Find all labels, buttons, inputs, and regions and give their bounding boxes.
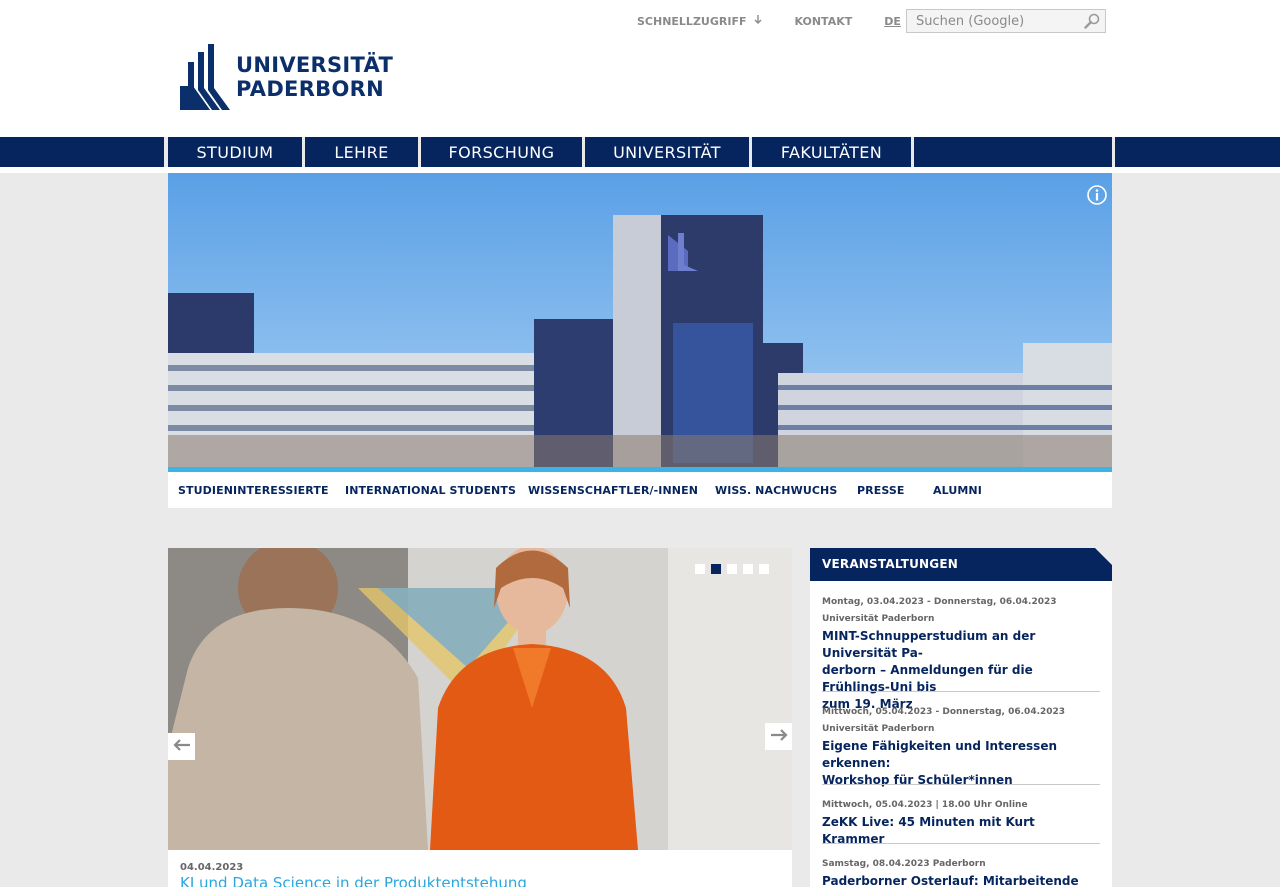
event-item: Montag, 03.04.2023 - Donnerstag, 06.04.2… (822, 594, 1100, 713)
slide-caption: 04.04.2023 KI und Data Science in der Pr… (168, 850, 792, 887)
event-title-line: Eigene Fähigkeiten und Interessen erkenn… (822, 739, 1058, 770)
quick-access-link[interactable]: SCHNELLZUGRIFF (637, 14, 762, 28)
main-nav: STUDIUM LEHRE FORSCHUNG UNIVERSITÄT FAKU… (0, 137, 1280, 167)
event-divider (822, 691, 1100, 692)
event-place: Universität Paderborn (822, 614, 935, 624)
slider-prev-button[interactable] (168, 733, 195, 760)
event-divider (822, 784, 1100, 785)
quick-access-label: SCHNELLZUGRIFF (637, 14, 747, 28)
utility-nav: SCHNELLZUGRIFF KONTAKT DE | EN (637, 9, 929, 33)
subnav-wiss-nachwuchs[interactable]: WISS. NACHWUCHS (715, 472, 837, 510)
slider-next-button[interactable] (765, 723, 792, 750)
event-title-link[interactable]: MINT-Schnupperstudium an der Universität… (822, 628, 1100, 713)
events-heading: VERANSTALTUNGEN (810, 548, 1112, 581)
lang-de-link[interactable]: DE (884, 15, 901, 28)
events-header-corner (1095, 548, 1112, 565)
arrow-down-icon (754, 14, 762, 28)
event-date: Montag, 03.04.2023 - Donnerstag, 06.04.2… (822, 597, 1057, 607)
events-panel: VERANSTALTUNGEN Montag, 03.04.2023 - Don… (810, 548, 1112, 887)
event-item: Samstag, 08.04.2023 Paderborn Paderborne… (822, 856, 1100, 887)
event-date: Mittwoch, 05.04.2023 | 18.00 Uhr Online (822, 800, 1028, 810)
event-title-link[interactable]: Eigene Fähigkeiten und Interessen erkenn… (822, 738, 1100, 789)
subnav-wissenschaftler[interactable]: WISSENSCHAFTLER/-INNEN (528, 472, 698, 510)
nav-filler-right (1115, 137, 1280, 167)
university-logo[interactable]: UNIVERSITÄT PADERBORN (180, 44, 393, 110)
search-input[interactable] (907, 10, 1077, 33)
search-box (906, 9, 1106, 33)
search-icon[interactable] (1084, 13, 1100, 29)
slide-date: 04.04.2023 (180, 862, 244, 873)
slide-title-link[interactable]: KI und Data Science in der Produktentste… (180, 874, 527, 887)
nav-filler-empty (914, 137, 1112, 167)
nav-item-lehre[interactable]: LEHRE (305, 137, 418, 167)
subnav-studieninteressierte[interactable]: STUDIENINTERESSIERTE (178, 472, 329, 510)
arrow-right-icon (770, 727, 788, 746)
event-divider (822, 843, 1100, 844)
event-place: Universität Paderborn (822, 724, 935, 734)
nav-filler-left (0, 137, 164, 167)
nav-item-universitaet[interactable]: UNIVERSITÄT (585, 137, 749, 167)
event-title-link[interactable]: Paderborner Osterlauf: Mitarbeitende der… (822, 873, 1100, 887)
site-header: SCHNELLZUGRIFF KONTAKT DE | EN UNIVERSIT… (0, 0, 1280, 137)
event-title-line: Workshop für Schüler*innen (822, 773, 1013, 787)
audience-nav: STUDIENINTERESSIERTE INTERNATIONAL STUDE… (168, 472, 1112, 508)
subnav-international-students[interactable]: INTERNATIONAL STUDENTS (345, 472, 516, 510)
news-slider-image[interactable] (168, 548, 792, 850)
slider-dot[interactable] (743, 564, 753, 574)
slider-dot[interactable] (759, 564, 769, 574)
slider-dot-active[interactable] (711, 564, 721, 574)
slide-photo-illustration (168, 548, 792, 850)
logo-wordmark: UNIVERSITÄT PADERBORN (236, 53, 393, 101)
nav-item-forschung[interactable]: FORSCHUNG (421, 137, 582, 167)
info-icon[interactable] (1087, 185, 1107, 205)
event-date: Mittwoch, 05.04.2023 - Donnerstag, 06.04… (822, 707, 1066, 717)
campus-building-illustration (168, 173, 1112, 469)
slider-pagination (695, 564, 775, 574)
logo-mark-icon (180, 44, 230, 110)
logo-line-1: UNIVERSITÄT (236, 53, 394, 77)
event-date: Samstag, 08.04.2023 Paderborn (822, 859, 986, 869)
nav-item-studium[interactable]: STUDIUM (168, 137, 302, 167)
arrow-left-icon (172, 737, 191, 756)
event-item: Mittwoch, 05.04.2023 | 18.00 Uhr Online … (822, 797, 1100, 848)
nav-item-fakultaeten[interactable]: FAKULTÄTEN (752, 137, 911, 167)
contact-link[interactable]: KONTAKT (794, 15, 852, 28)
slider-dot[interactable] (727, 564, 737, 574)
hero-image (168, 173, 1112, 469)
event-item: Mittwoch, 05.04.2023 - Donnerstag, 06.04… (822, 704, 1100, 789)
event-title-line: MINT-Schnupperstudium an der Universität… (822, 629, 1036, 660)
subnav-alumni[interactable]: ALUMNI (933, 472, 982, 510)
subnav-presse[interactable]: PRESSE (857, 472, 905, 510)
slider-dot[interactable] (695, 564, 705, 574)
logo-line-2: PADERBORN (236, 77, 384, 101)
event-title-line: Paderborner Osterlauf: Mitarbeitende der… (822, 874, 1079, 887)
